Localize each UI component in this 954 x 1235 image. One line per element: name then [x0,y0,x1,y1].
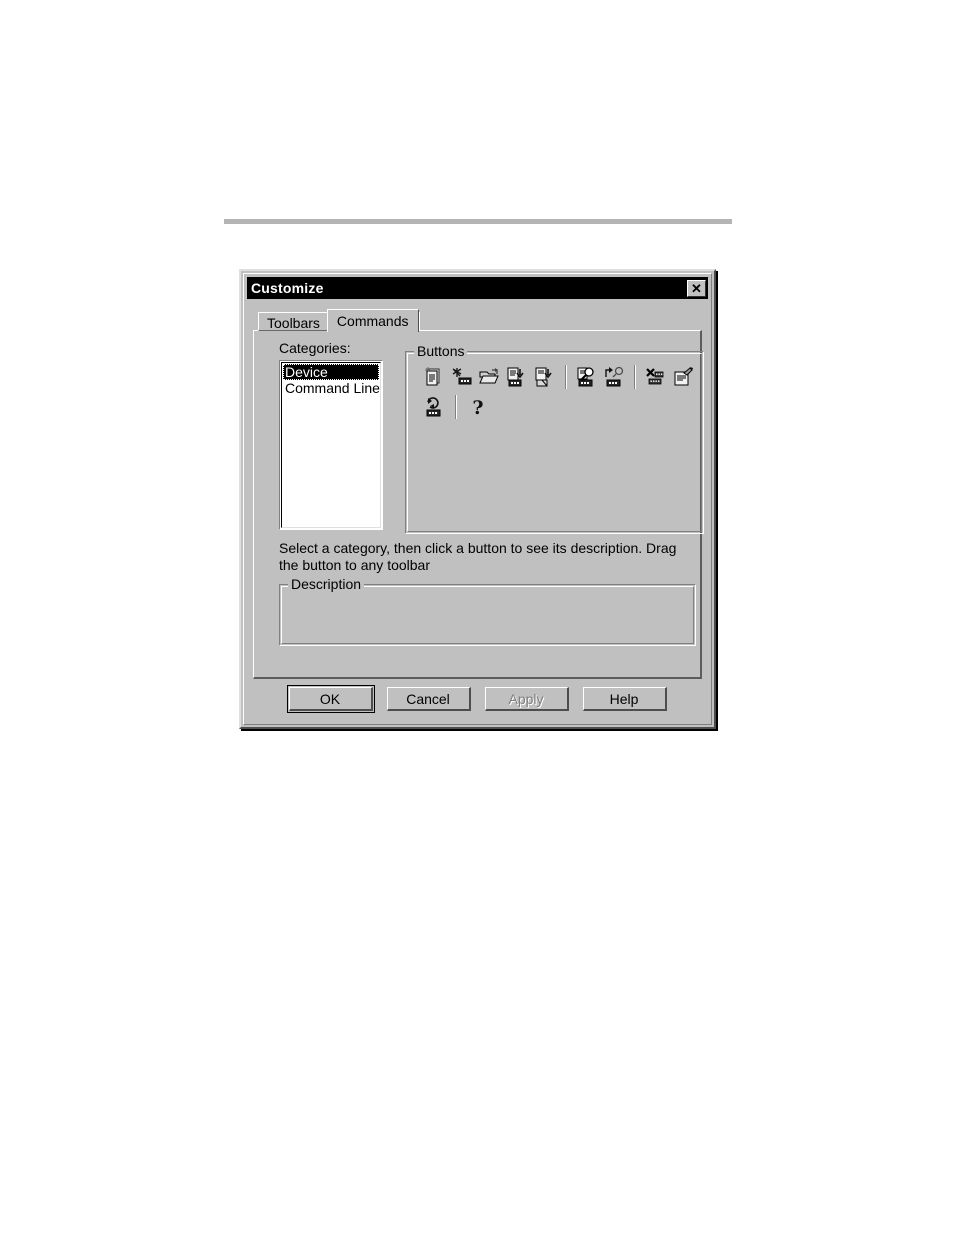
apply-button: Apply [484,687,569,711]
buttons-palette-row: ? [420,392,697,422]
categories-label: Categories: [279,340,351,356]
list-item[interactable]: Device [283,364,379,380]
dialog-titlebar: Customize ✕ [247,277,708,299]
ok-button[interactable]: OK [288,687,373,711]
cancel-button[interactable]: Cancel [386,687,471,711]
open-folder-icon[interactable] [476,363,504,391]
find-device-icon[interactable] [572,363,600,391]
hint-text: Select a category, then click a button t… [279,540,677,573]
buttons-palette-row [420,362,697,392]
buttons-groupbox: Buttons ? [405,343,704,534]
tab-toolbars-label: Toolbars [267,315,320,331]
tabstrip-tail [418,312,424,331]
page-divider-rule [224,219,732,224]
cancel-button-wrapper: Cancel [385,685,473,713]
description-groupbox-title: Description [288,576,365,592]
apply-button-wrapper: Apply [483,685,571,713]
categories-listbox[interactable]: Device Command Line [279,360,383,530]
categories-listbox-inner: Device Command Line [281,362,381,528]
export-device-icon[interactable] [531,363,559,391]
new-device-icon[interactable] [448,363,476,391]
tab-commands[interactable]: Commands [326,309,419,332]
description-groupbox-inner [281,586,694,644]
save-device-icon[interactable] [503,363,531,391]
dialog-button-row: OK Cancel Apply Help [244,685,711,713]
device-properties-icon[interactable] [669,363,697,391]
toolbar-separator [628,363,641,391]
commands-tab-panel: Categories: Device Command Line Buttons [253,330,704,679]
tab-commands-label: Commands [336,313,409,329]
dialog-title: Customize [251,280,324,296]
help-icon[interactable]: ? [463,393,492,421]
toolbar-separator [559,363,572,391]
close-icon: ✕ [691,280,702,296]
refresh-device-icon[interactable] [420,393,449,421]
connect-device-icon[interactable] [600,363,628,391]
buttons-groupbox-title: Buttons [414,343,468,359]
close-button[interactable]: ✕ [687,279,706,297]
help-button-wrapper: Help [581,685,669,713]
new-document-icon[interactable] [420,363,448,391]
description-groupbox: Description [279,576,696,646]
help-button[interactable]: Help [582,687,667,711]
ok-button-wrapper: OK [286,685,375,713]
tab-toolbars[interactable]: Toolbars [258,312,329,331]
customize-dialog: Customize ✕ Toolbars Commands Categories… [239,269,716,729]
list-item[interactable]: Command Line [283,380,380,396]
buttons-palette: ? [420,362,697,422]
svg-text:?: ? [472,397,483,418]
dialog-inner-frame: Customize ✕ Toolbars Commands Categories… [243,273,712,725]
tabstrip: Toolbars Commands [258,309,708,332]
delete-device-icon[interactable] [641,363,669,391]
toolbar-separator [449,393,463,421]
